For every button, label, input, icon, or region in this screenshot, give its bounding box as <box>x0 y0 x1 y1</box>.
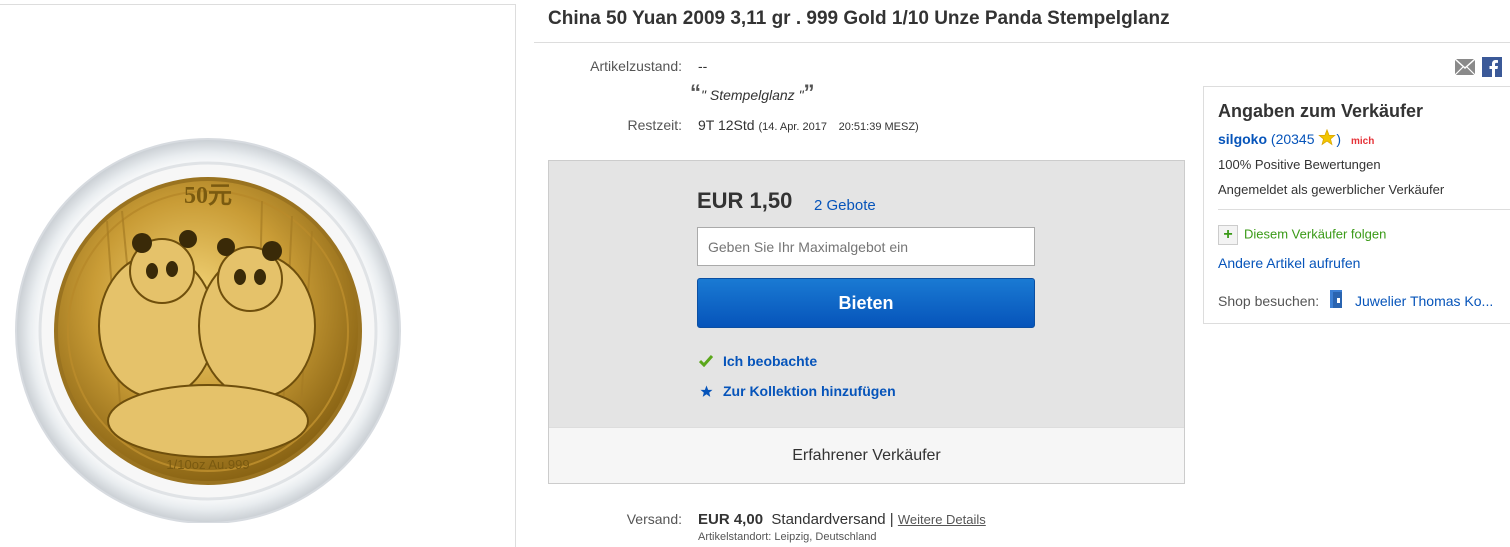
time-left-label: Restzeit: <box>627 117 682 133</box>
shipping-method: Standardversand | <box>771 511 894 528</box>
experienced-seller-banner: Erfahrener Verkäufer <box>549 427 1184 483</box>
positive-feedback: 100% Positive Bewertungen <box>1218 157 1381 172</box>
shop-name-link[interactable]: Juwelier Thomas Ko... <box>1355 293 1493 309</box>
item-location: Artikelstandort: Leipzig, Deutschland <box>698 531 877 543</box>
time-left-remaining: 9T 12Std <box>698 117 755 133</box>
item-title: China 50 Yuan 2009 3,11 gr . 999 Gold 1/… <box>548 8 1170 29</box>
me-page-badge[interactable]: mich <box>1351 136 1374 147</box>
end-date: (14. Apr. 2017 <box>758 121 827 133</box>
facebook-icon[interactable] <box>1482 57 1502 77</box>
add-to-collection-link[interactable]: Zur Kollektion hinzufügen <box>699 383 896 399</box>
follow-seller-label: Diesem Verkäufer folgen <box>1244 226 1387 242</box>
experienced-seller-label: Erfahrener Verkäufer <box>792 446 941 464</box>
shipping-info: EUR 4,00 Standardversand | Weitere Detai… <box>698 511 986 528</box>
feedback-score-link[interactable]: 20345 <box>1276 131 1315 147</box>
rating-star-icon <box>1318 128 1337 149</box>
collection-label: Zur Kollektion hinzufügen <box>723 383 896 399</box>
item-image-panel[interactable]: 50元 1/10oz Au.999 <box>0 4 516 547</box>
seller-name-link[interactable]: silgoko <box>1218 131 1267 147</box>
close-quote-mark: ” <box>803 80 815 105</box>
end-time: 20:51:39 MESZ) <box>838 121 919 133</box>
place-bid-button[interactable]: Bieten <box>697 278 1035 328</box>
shipping-label: Versand: <box>626 511 682 527</box>
shop-label: Shop besuchen: <box>1218 293 1320 309</box>
item-image-gold-panda-coin[interactable]: 50元 1/10oz Au.999 <box>12 131 404 524</box>
condition-value: -- <box>698 58 708 74</box>
svg-text:50元: 50元 <box>184 183 232 209</box>
follow-seller-link[interactable]: + Diesem Verkäufer folgen <box>1218 225 1386 245</box>
seller-divider <box>1218 209 1510 210</box>
svg-text:1/10oz Au.999: 1/10oz Au.999 <box>166 457 249 472</box>
watch-link[interactable]: Ich beobachte <box>699 353 817 369</box>
seller-type: Angemeldet als gewerblicher Verkäufer <box>1218 182 1445 197</box>
condition-quote-text: " Stempelglanz " <box>701 87 804 103</box>
shop-row: Shop besuchen: Juwelier Thomas Ko... <box>1218 289 1493 312</box>
seller-info-box: Angaben zum Verkäufer silgoko (20345 ) m… <box>1203 86 1510 324</box>
shipping-price: EUR 4,00 <box>698 511 764 528</box>
check-icon <box>699 355 713 367</box>
store-icon <box>1329 289 1345 312</box>
condition-description: “" Stempelglanz "” <box>690 80 815 106</box>
plus-icon: + <box>1218 225 1238 245</box>
current-price: EUR 1,50 <box>697 188 793 213</box>
condition-label: Artikelzustand: <box>590 58 682 74</box>
max-bid-input[interactable] <box>697 227 1035 266</box>
rating-close: ) <box>1336 131 1342 147</box>
watch-label: Ich beobachte <box>723 353 818 369</box>
seller-id-row: silgoko (20345 ) mich <box>1218 128 1374 149</box>
bid-box: EUR 1,50 2 Gebote Bieten Ich beobachte Z… <box>548 160 1185 484</box>
time-left-value: 9T 12Std (14. Apr. 2017 20:51:39 MESZ) <box>698 117 919 133</box>
other-items-link[interactable]: Andere Artikel aufrufen <box>1218 255 1360 271</box>
open-quote-mark: “ <box>690 80 701 105</box>
title-divider <box>534 42 1510 43</box>
seller-heading: Angaben zum Verkäufer <box>1218 101 1424 121</box>
bids-count-link[interactable]: 2 Gebote <box>814 197 876 214</box>
star-icon <box>699 385 713 398</box>
shipping-details-link[interactable]: Weitere Details <box>898 512 986 527</box>
mail-icon[interactable] <box>1454 57 1476 77</box>
